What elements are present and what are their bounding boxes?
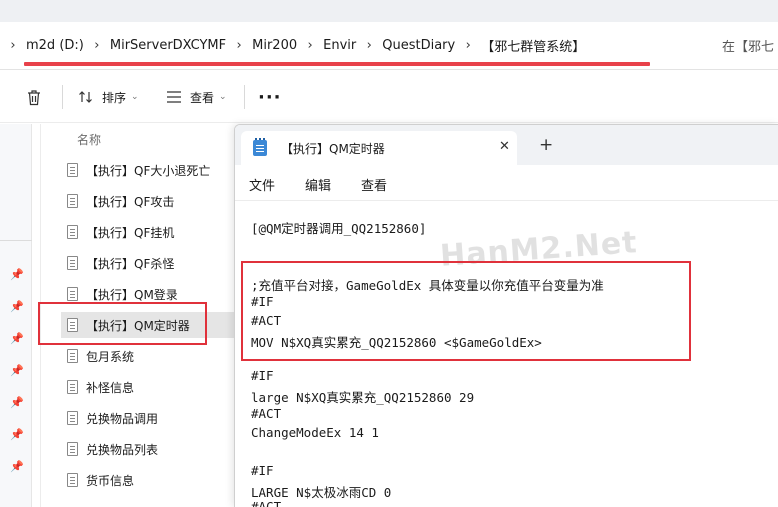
file-item[interactable]: 包月系统 — [61, 343, 241, 369]
file-name: 【执行】QF挂机 — [86, 225, 175, 240]
view-label: 查看 — [190, 90, 215, 105]
file-item[interactable]: 【执行】QF大小退死亡 — [61, 157, 241, 183]
selected-file-highlight-box — [38, 302, 207, 345]
file-name: 包月系统 — [86, 349, 135, 364]
notepad-title-bar: 【执行】QM定时器 ✕ + — [235, 125, 778, 165]
file-name: 【执行】QF攻击 — [86, 194, 175, 209]
document-icon — [67, 473, 78, 487]
close-tab-icon[interactable]: ✕ — [499, 139, 510, 154]
breadcrumb-separator: › — [10, 37, 16, 53]
toolbar-divider — [244, 85, 245, 109]
document-icon — [67, 194, 78, 208]
file-name: 补怪信息 — [86, 380, 135, 395]
notepad-window: 【执行】QM定时器 ✕ + 文件 编辑 查看 HanM2.Net [@QM定时器… — [234, 124, 778, 507]
breadcrumb-item-mirserver[interactable]: MirServerDXCYMF — [110, 38, 226, 53]
code-line: ChangeModeEx 14 1 — [251, 425, 379, 440]
file-item[interactable]: 【执行】QF杀怪 — [61, 250, 241, 276]
chevron-down-icon: ⌄ — [131, 92, 139, 102]
document-icon — [67, 287, 78, 301]
address-bar[interactable]: › m2d (D:) › MirServerDXCYMF › Mir200 › … — [0, 22, 778, 70]
pin-icon[interactable]: 📌 — [10, 460, 24, 474]
navigation-divider — [0, 240, 32, 241]
notepad-tab[interactable]: 【执行】QM定时器 ✕ — [241, 131, 517, 165]
pin-icon[interactable]: 📌 — [10, 300, 24, 314]
delete-button[interactable] — [26, 86, 42, 108]
pin-icon[interactable]: 📌 — [10, 332, 24, 346]
sort-label: 排序 — [102, 90, 127, 105]
document-icon — [67, 411, 78, 425]
breadcrumb-separator: › — [307, 37, 313, 53]
notepad-menu-bar: 文件 编辑 查看 — [235, 165, 778, 201]
file-name: 【执行】QF大小退死亡 — [86, 163, 211, 178]
document-icon — [67, 225, 78, 239]
file-name: 兑换物品调用 — [86, 411, 159, 426]
breadcrumb-item-current-folder[interactable]: 【邪七群管系统】 — [481, 36, 585, 55]
file-name: 兑换物品列表 — [86, 442, 159, 457]
code-line: #IF — [251, 368, 274, 383]
breadcrumb-separator: › — [465, 37, 471, 53]
file-item[interactable]: 补怪信息 — [61, 374, 241, 400]
document-icon — [67, 380, 78, 394]
file-name: 【执行】QF杀怪 — [86, 256, 175, 271]
document-icon — [67, 442, 78, 456]
notepad-icon — [253, 138, 267, 156]
file-name: 【执行】QM登录 — [86, 287, 178, 302]
breadcrumb-separator: › — [94, 37, 100, 53]
view-button[interactable]: 查看 ⌄ — [166, 86, 227, 108]
path-highlight-underline — [24, 62, 650, 66]
code-line: #IF — [251, 463, 274, 478]
view-list-icon — [167, 91, 181, 103]
breadcrumb-item-envir[interactable]: Envir — [323, 38, 356, 53]
command-bar: 排序 ⌄ 查看 ⌄ ··· — [0, 71, 778, 123]
code-line: [@QM定时器调用_QQ2152860] — [251, 221, 427, 236]
file-item[interactable]: 【执行】QF挂机 — [61, 219, 241, 245]
window-top-strip — [0, 0, 778, 22]
breadcrumb-separator: › — [366, 37, 372, 53]
document-icon — [67, 349, 78, 363]
more-options-button[interactable]: ··· — [258, 86, 282, 108]
file-item[interactable]: 货币信息 — [61, 467, 241, 493]
breadcrumb-item-drive[interactable]: m2d (D:) — [26, 38, 84, 53]
breadcrumb-item-mir200[interactable]: Mir200 — [252, 38, 297, 53]
pin-icon[interactable]: 📌 — [10, 396, 24, 410]
trash-icon — [28, 89, 40, 105]
column-header-name[interactable]: 名称 — [77, 131, 101, 148]
pin-icon[interactable]: 📌 — [10, 364, 24, 378]
file-name: 货币信息 — [86, 473, 135, 488]
code-highlight-box — [241, 261, 691, 361]
document-icon — [67, 256, 78, 270]
menu-file[interactable]: 文件 — [249, 175, 275, 194]
text-editor[interactable]: HanM2.Net [@QM定时器调用_QQ2152860] ;充值平台对接，G… — [235, 202, 778, 507]
sort-arrows-icon — [79, 91, 92, 103]
menu-view[interactable]: 查看 — [361, 175, 387, 194]
pin-icon[interactable]: 📌 — [10, 268, 24, 282]
breadcrumb-separator: › — [236, 37, 242, 53]
menu-edit[interactable]: 编辑 — [305, 175, 331, 194]
file-item[interactable]: 【执行】QF攻击 — [61, 188, 241, 214]
document-icon — [67, 163, 78, 177]
file-item[interactable]: 兑换物品调用 — [61, 405, 241, 431]
search-box-placeholder[interactable]: 在【邪七 — [722, 36, 774, 55]
code-line: #ACT — [251, 406, 282, 421]
chevron-down-icon: ⌄ — [219, 92, 227, 102]
code-line: large N$XQ真实累充_QQ2152860 29 — [251, 390, 475, 405]
new-tab-button[interactable]: + — [539, 137, 553, 154]
tab-title: 【执行】QM定时器 — [281, 141, 385, 156]
breadcrumb-item-questdiary[interactable]: QuestDiary — [382, 38, 455, 53]
toolbar-divider — [62, 85, 63, 109]
pin-icon[interactable]: 📌 — [10, 428, 24, 442]
navigation-pane: 📌 📌 📌 📌 📌 📌 📌 — [0, 124, 32, 507]
sort-button[interactable]: 排序 ⌄ — [78, 86, 139, 108]
code-line: #ACT — [251, 499, 282, 507]
file-item[interactable]: 兑换物品列表 — [61, 436, 241, 462]
